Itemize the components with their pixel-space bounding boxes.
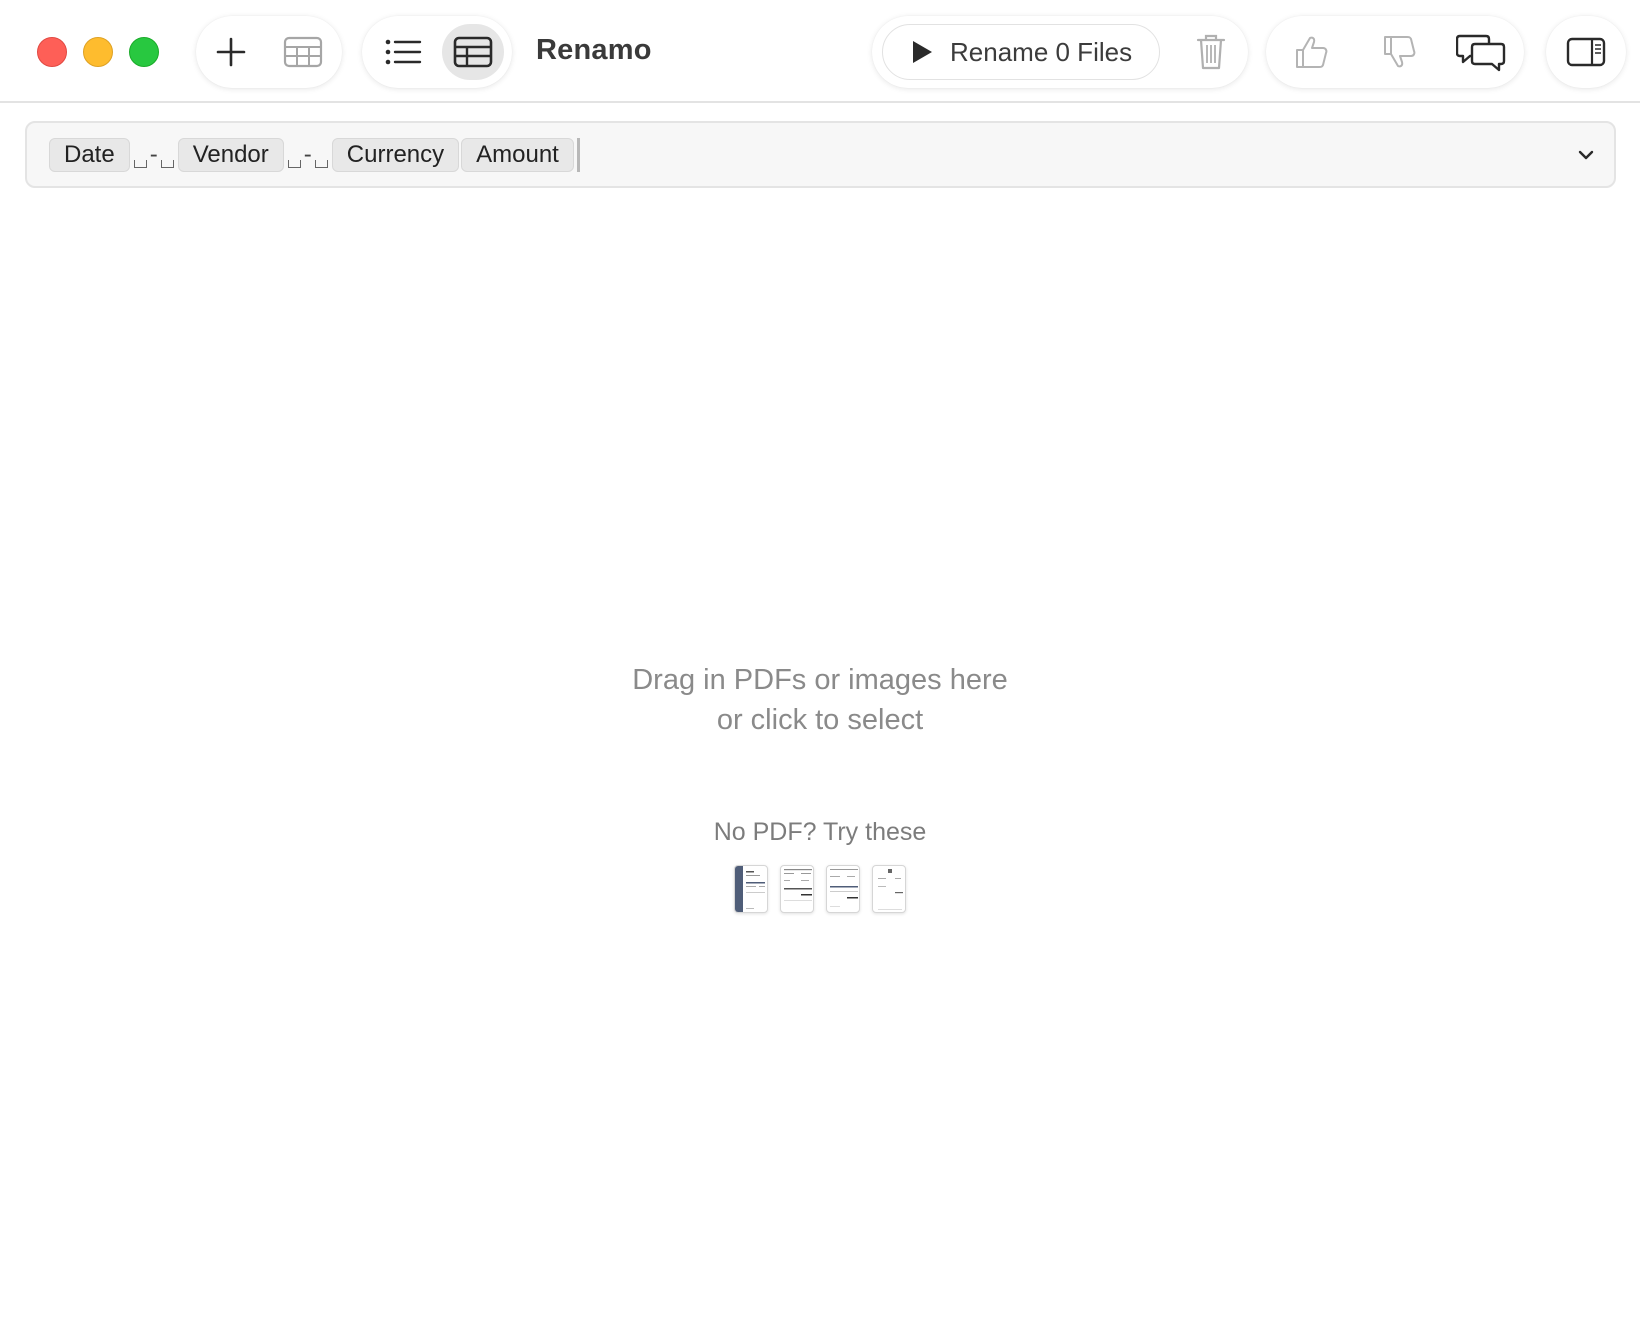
trash-icon	[1196, 34, 1226, 70]
template-token-vendor[interactable]: Vendor	[177, 138, 284, 172]
plus-icon	[216, 37, 246, 67]
toggle-sidebar-button[interactable]	[1555, 24, 1617, 80]
document-thumbnail-icon	[784, 869, 812, 901]
document-thumbnail-icon	[878, 869, 903, 910]
list-icon	[385, 39, 422, 65]
grid-icon	[453, 36, 493, 68]
sample-files-label: No PDF? Try these	[713, 818, 927, 846]
minimize-window-button[interactable]	[83, 37, 113, 67]
sample-invoice-3[interactable]	[826, 865, 860, 913]
rename-button-label: Rename 0 Files	[950, 36, 1133, 67]
table-button[interactable]	[272, 24, 334, 80]
chat-bubbles-icon	[1456, 34, 1506, 72]
file-drop-zone[interactable]: Drag in PDFs or images here or click to …	[0, 190, 1640, 1344]
app-window: Renamo Rename 0 Files Date - Vendor - Cu…	[0, 0, 1640, 1344]
sidebar-group	[1546, 16, 1626, 88]
space-symbol-icon	[287, 160, 301, 168]
text-caret	[576, 138, 580, 172]
play-icon	[913, 41, 932, 63]
template-separator: -	[284, 138, 332, 172]
thumbs-up-button[interactable]	[1280, 24, 1342, 80]
drop-instruction-line-2: or click to select	[716, 704, 924, 736]
sample-files	[734, 865, 906, 913]
sample-invoice-2[interactable]	[780, 865, 814, 913]
close-window-button[interactable]	[37, 37, 67, 67]
toolbar: Renamo Rename 0 Files	[0, 0, 1640, 103]
thumbs-up-icon	[1296, 36, 1328, 68]
zoom-window-button[interactable]	[129, 37, 159, 67]
template-token-amount[interactable]: Amount	[461, 138, 574, 172]
thumbs-down-button[interactable]	[1368, 24, 1430, 80]
space-symbol-icon	[133, 160, 147, 168]
filename-template-field[interactable]: Date - Vendor - Currency Amount	[25, 121, 1616, 188]
thumbs-down-icon	[1384, 36, 1416, 68]
table-icon	[283, 36, 323, 68]
document-thumbnail-icon	[830, 869, 858, 907]
sidebar-icon	[1566, 37, 1606, 67]
space-symbol-icon	[160, 160, 174, 168]
app-title: Renamo	[536, 34, 652, 66]
sample-invoice-4[interactable]	[872, 865, 906, 913]
list-view-button[interactable]	[372, 24, 434, 80]
trash-button[interactable]	[1180, 24, 1242, 80]
template-tokens: Date - Vendor - Currency Amount	[49, 137, 580, 173]
sample-invoice-1[interactable]	[734, 865, 768, 913]
space-symbol-icon	[314, 160, 328, 168]
view-toggle-group	[362, 16, 512, 88]
file-actions-group	[196, 16, 342, 88]
feedback-chat-button[interactable]	[1450, 24, 1512, 80]
feedback-group	[1266, 16, 1524, 88]
grid-view-button[interactable]	[442, 24, 504, 80]
chevron-down-icon[interactable]	[1576, 145, 1596, 165]
document-thumbnail-icon	[735, 866, 765, 912]
add-files-button[interactable]	[200, 24, 262, 80]
drop-instruction-line-1: Drag in PDFs or images here	[632, 664, 1008, 696]
template-token-currency[interactable]: Currency	[331, 138, 460, 172]
template-token-date[interactable]: Date	[49, 138, 130, 172]
rename-files-button[interactable]: Rename 0 Files	[882, 24, 1160, 80]
template-separator: -	[130, 138, 178, 172]
